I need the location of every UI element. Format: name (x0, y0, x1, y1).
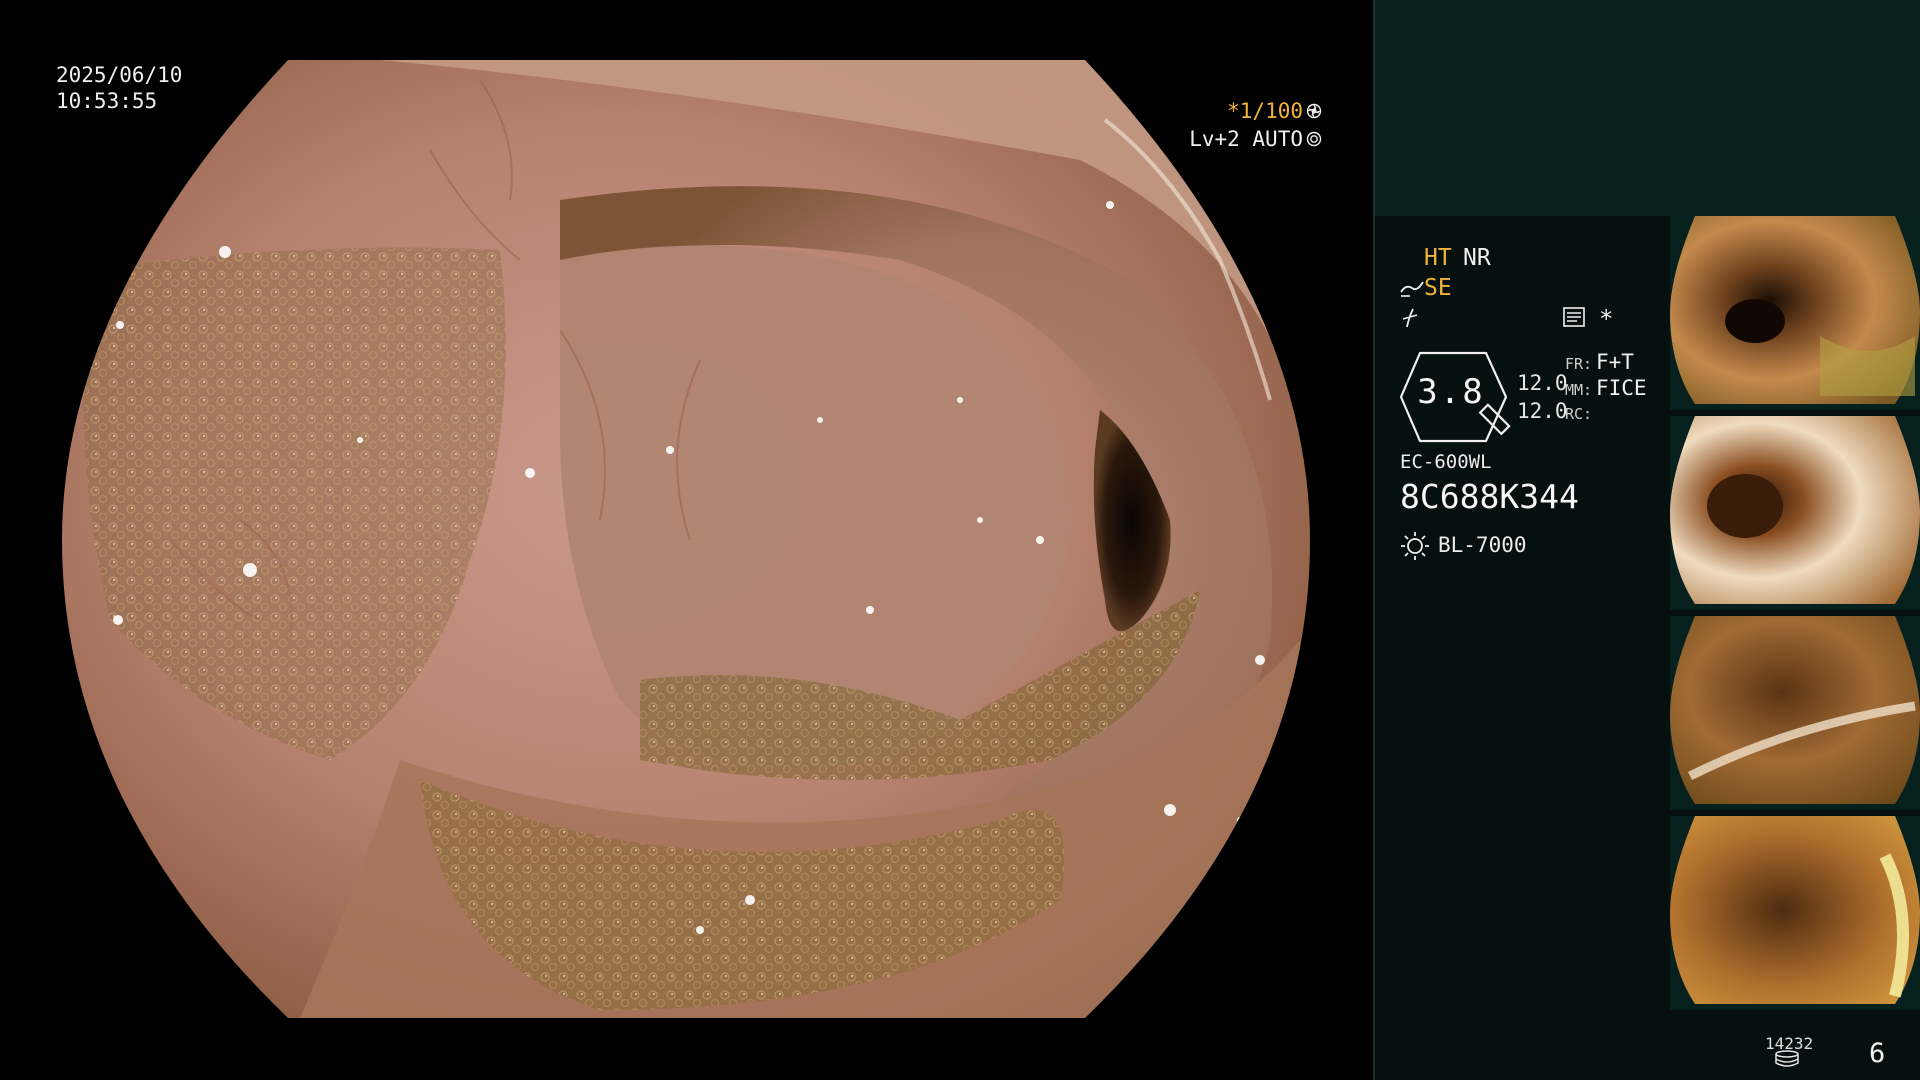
endoscopic-image (62, 60, 1310, 1018)
fr-key-label: FR: (1565, 355, 1593, 373)
endoscopy-screen: 2025/06/10 10:53:55 *1/100 Lv+2 AUTO HT … (0, 0, 1920, 1080)
zoom-side-value-2: 12.0 (1517, 399, 1568, 423)
contrast-curve-icon (1400, 281, 1424, 297)
aperture-icon (1306, 103, 1322, 119)
captured-thumbnail-1[interactable] (1670, 216, 1920, 410)
light-source-model: BL-7000 (1438, 533, 1527, 557)
zoom-value: 3.8 (1417, 372, 1485, 412)
capture-marker: * (1599, 305, 1614, 333)
captured-thumbnail-4[interactable] (1670, 816, 1920, 1010)
time-display: 10:53:55 (56, 89, 158, 113)
memo-icon (1563, 307, 1585, 327)
thumbnail-image (1670, 616, 1920, 804)
fr-value: F+T (1596, 350, 1634, 374)
auto-exposure-icon (1306, 131, 1322, 147)
nr-mode-label: NR (1463, 245, 1491, 271)
shutter-speed-text: *1/100 (1227, 99, 1303, 123)
ht-mode-label: HT (1424, 245, 1452, 271)
scope-model: EC-600WL (1400, 451, 1492, 473)
mm-key-label: MM: (1565, 381, 1593, 399)
light-source-icon (1401, 532, 1429, 560)
thumbnail-image (1670, 216, 1920, 404)
thumbnail-image (1670, 816, 1920, 1004)
shutter-speed-indicator: *1/100 (1180, 97, 1322, 125)
se-mode-label: SE (1424, 275, 1452, 301)
structure-enhance-icon (1402, 308, 1418, 328)
captured-thumbnail-2[interactable] (1670, 416, 1920, 610)
panel-header-area (1373, 0, 1920, 216)
page-number: 6 (1869, 1038, 1886, 1069)
panel-divider (1373, 0, 1375, 1080)
mm-value: FICE (1596, 376, 1647, 400)
exposure-level-indicator: Lv+2 AUTO (1150, 125, 1322, 153)
exposure-level-text: Lv+2 AUTO (1189, 127, 1303, 151)
date-display: 2025/06/10 (56, 63, 183, 87)
captured-thumbnail-3[interactable] (1670, 616, 1920, 810)
rc-key-label: RC: (1565, 405, 1593, 423)
zoom-side-value-1: 12.0 (1517, 371, 1568, 395)
live-endoscopic-view: 2025/06/10 10:53:55 *1/100 Lv+2 AUTO (0, 0, 1372, 1080)
thumbnail-image (1670, 416, 1920, 604)
scope-serial: 8C688K344 (1400, 477, 1579, 516)
disk-stack-icon (1775, 1050, 1799, 1067)
